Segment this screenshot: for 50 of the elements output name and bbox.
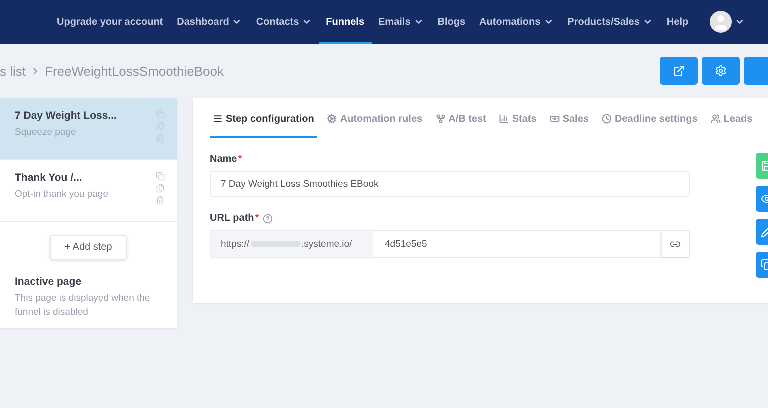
gears-icon (327, 114, 338, 124)
step-type: Squeeze page (15, 127, 78, 138)
users-icon (710, 114, 721, 124)
required-mark: * (255, 213, 260, 224)
url-domain: .systeme.io/ (302, 238, 352, 250)
nav-link[interactable]: Blogs (430, 0, 473, 44)
settings-icon (715, 65, 727, 77)
tab[interactable]: Step configuration (210, 102, 318, 138)
step-title: 7 Day Weight Loss... (15, 110, 118, 122)
files-icon[interactable] (156, 184, 165, 193)
nav-link[interactable]: Help (660, 0, 696, 44)
nav-link[interactable]: Upgrade your account (50, 0, 170, 44)
field-label: URL path (210, 213, 254, 224)
copy-icon[interactable] (156, 172, 165, 181)
url-prefix: https:// (221, 238, 250, 250)
list-icon (213, 114, 223, 124)
nav-link[interactable]: Contacts (249, 0, 320, 44)
chevron-down-icon (414, 17, 424, 27)
url-path-field[interactable]: https:// .systeme.io/ 4d51e5e5 (210, 230, 690, 258)
open-external-button[interactable] (660, 57, 698, 85)
bar-chart-icon (499, 114, 510, 124)
chevron-down-icon (642, 17, 653, 27)
nav-link[interactable]: Emails (372, 0, 431, 44)
funnel-step[interactable]: Thank You /... Opt-in thank you page (0, 160, 177, 222)
clock-icon (602, 114, 612, 124)
required-mark: * (238, 154, 242, 165)
fork-icon (436, 114, 446, 124)
external-link-icon (673, 65, 685, 77)
name-field[interactable]: 7 Day Weight Loss Smoothies EBook (210, 171, 690, 197)
step-title: Thank You /... (15, 172, 84, 184)
nav-link[interactable]: Dashboard (170, 0, 250, 44)
inactive-page-description: This page is displayed when the funnel is disabled (14, 292, 152, 320)
copy-link-button[interactable] (661, 231, 689, 257)
nav-link[interactable]: Funnels (319, 0, 372, 44)
trash-icon[interactable] (156, 196, 165, 205)
add-step-button[interactable]: + Add step (50, 235, 128, 260)
avatar[interactable] (710, 11, 732, 33)
breadcrumb-current: FreeWeightLossSmoothieBook (45, 64, 224, 78)
chevron-down-icon (734, 17, 745, 27)
banknote-icon (550, 114, 560, 124)
chevron-down-icon (232, 17, 242, 27)
field-label: Name (210, 154, 238, 165)
chevron-down-icon (302, 17, 312, 27)
nav-link[interactable]: Products/Sales (560, 0, 660, 44)
nav-link[interactable]: Automations (472, 0, 561, 44)
chevron-down-icon (544, 17, 554, 27)
help-icon[interactable] (263, 214, 274, 224)
step-type: Opt-in thank you page (15, 189, 110, 200)
inactive-page-title: Inactive page (14, 276, 83, 290)
settings-button[interactable] (702, 57, 740, 85)
